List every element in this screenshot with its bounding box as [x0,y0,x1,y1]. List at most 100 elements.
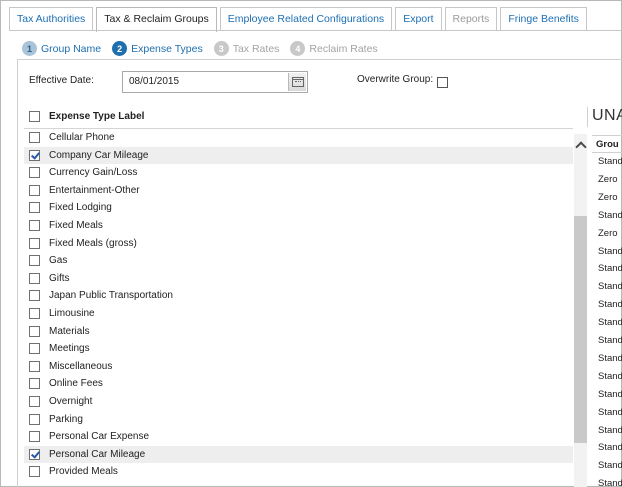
row-checkbox[interactable] [29,255,40,267]
group-cell: Stand [598,352,622,364]
list-item[interactable]: Gifts [24,270,573,288]
row-checkbox[interactable] [29,413,40,425]
expense-type-label: Fixed Lodging [49,202,112,214]
group-cell: Stand [598,209,622,221]
column-header-expense-type-label[interactable]: Expense Type Label [49,111,144,122]
group-cell: Stand [598,460,622,472]
row-checkbox[interactable] [29,308,40,319]
list-item[interactable]: Fixed Meals [24,217,573,235]
expense-type-label: Parking [49,413,83,425]
step-expense-types[interactable]: 2 Expense Types [112,41,203,56]
list-item[interactable]: Personal Car Expense [24,428,573,446]
row-checkbox[interactable] [29,343,40,355]
group-cell: Zero [598,191,618,203]
list-item[interactable]: Currency Gain/Loss [24,164,573,182]
expense-type-label: Miscellaneous [49,360,113,372]
expense-type-label: Limousine [49,308,95,319]
expense-type-label: Japan Public Transportation [49,290,173,302]
row-checkbox[interactable] [29,431,40,443]
top-tab-bar: Tax Authorities Tax & Reclaim Groups Emp… [9,7,590,32]
expense-type-label: Cellular Phone [49,132,115,143]
tab-export[interactable]: Export [395,7,442,31]
unassigned-panel: UNA Grou Stand Zero Zero Stand Zero Stand Stan… [592,102,622,487]
step-tax-rates: 3 Tax Rates [213,41,279,56]
group-cell: Stand [598,478,622,487]
row-checkbox[interactable] [29,448,40,460]
effective-date-value: 08/01/2015 [129,76,180,87]
tab-tax-reclaim-groups[interactable]: Tax & Reclaim Groups [96,7,217,32]
row-checkbox[interactable] [29,149,40,161]
divider [592,152,622,153]
list-header: Expense Type Label [24,107,573,129]
row-checkbox[interactable] [29,290,40,302]
step-label: Expense Types [131,42,203,55]
tab-tax-authorities[interactable]: Tax Authorities [9,7,94,31]
scroll-up-arrow-icon[interactable] [574,138,587,152]
list-item[interactable]: Cellular Phone [24,129,573,147]
list-item[interactable]: Gas [24,252,573,270]
list-item[interactable]: Parking [24,411,573,429]
expense-type-label: Gifts [49,272,70,284]
list-item[interactable]: Limousine [24,305,573,323]
select-all-checkbox[interactable] [29,111,40,122]
list-item[interactable]: Provided Meals [24,463,573,481]
list-scrollbar[interactable] [574,134,587,487]
row-checkbox[interactable] [29,167,40,179]
expense-type-label: Overnight [49,396,93,407]
wizard-steps: 1 Group Name 2 Expense Types 3 Tax Rates… [22,41,389,56]
step-number-badge: 4 [290,41,306,56]
group-cell: Stand [598,156,622,167]
group-cell: Stand [598,442,622,454]
list-item[interactable]: Fixed Meals (gross) [24,235,573,253]
group-cell: Zero [598,173,618,185]
step-label: Group Name [41,42,102,55]
row-checkbox[interactable] [29,378,40,390]
list-item[interactable]: Miscellaneous [24,358,573,376]
list-item[interactable]: Overnight [24,393,573,411]
scrollbar-thumb[interactable] [574,216,587,443]
list-item[interactable]: Japan Public Transportation [24,287,573,305]
group-cell: Stand [598,406,622,418]
step-group-name[interactable]: 1 Group Name [22,41,101,56]
row-checkbox[interactable] [29,466,40,478]
expense-type-label: Company Car Mileage [49,149,149,161]
list-item[interactable]: Materials [24,323,573,341]
step-label: Reclaim Rates [309,42,378,55]
group-cell: Stand [598,281,622,293]
row-checkbox[interactable] [29,202,40,214]
list-item[interactable]: Personal Car Mileage [24,445,573,464]
expense-type-label: Currency Gain/Loss [49,167,138,179]
effective-date-label: Effective Date: [29,75,94,86]
group-cell: Stand [598,317,622,329]
row-checkbox[interactable] [29,272,40,284]
row-checkbox[interactable] [29,396,40,407]
effective-date-field[interactable]: 08/01/2015 [122,71,308,93]
expense-type-label: Personal Car Mileage [49,448,146,460]
row-checkbox[interactable] [29,220,40,231]
row-checkbox[interactable] [29,360,40,372]
list-item[interactable]: Online Fees [24,375,573,393]
step-number-badge: 1 [22,41,37,56]
expense-type-label: Provided Meals [49,466,118,478]
overwrite-group-checkbox[interactable] [437,77,448,88]
list-item[interactable]: Entertainment-Other [24,182,573,200]
list-item[interactable]: Meetings [24,340,573,358]
tab-fringe-benefits[interactable]: Fringe Benefits [500,7,587,31]
list-item[interactable]: Company Car Mileage [24,146,573,165]
row-checkbox[interactable] [29,237,40,249]
calendar-button[interactable] [288,73,306,91]
overwrite-group-label: Overwrite Group: [357,74,434,85]
column-header-group[interactable]: Grou [596,139,619,150]
expense-type-label: Entertainment-Other [49,184,140,196]
expense-type-label: Fixed Meals [49,220,103,231]
row-checkbox[interactable] [29,184,40,196]
group-cell: Stand [598,388,622,400]
row-checkbox[interactable] [29,325,40,337]
list-item[interactable]: Fixed Lodging [24,199,573,217]
group-cell: Stand [598,424,622,436]
divider [592,135,622,136]
group-cell: Stand [598,263,622,275]
tab-employee-related-configurations[interactable]: Employee Related Configurations [219,7,393,31]
group-cell: Stand [598,335,622,346]
row-checkbox[interactable] [29,132,40,143]
